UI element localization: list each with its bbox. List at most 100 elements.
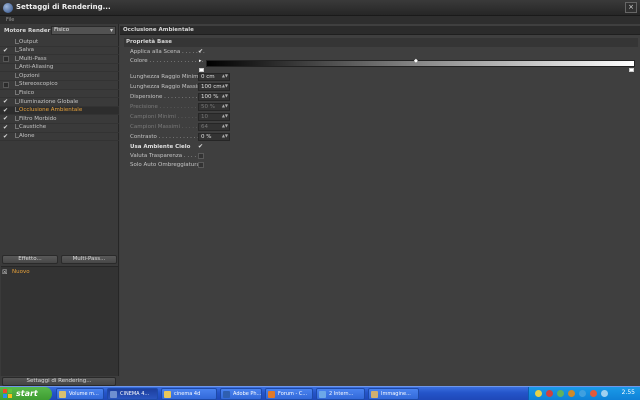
min-ray-value: 0 cm [201, 74, 215, 80]
tree-checkbox[interactable] [3, 91, 9, 97]
spinner-icon[interactable]: ▲▼ [222, 84, 228, 88]
tree-item[interactable]: Fisico [0, 90, 119, 99]
start-label: start [16, 389, 38, 398]
render-engine-value: Fisico [54, 27, 70, 33]
taskbar-button-label: CINEMA 4... [120, 391, 150, 397]
tray-icon[interactable] [579, 390, 586, 397]
tree-item[interactable]: ✔ Illuminazione Globale [0, 98, 119, 107]
app-icon [223, 391, 230, 398]
min-samples-value: 10 [201, 114, 208, 120]
app-icon [268, 391, 275, 398]
gradient-arrow-icon: ▸ [199, 58, 202, 64]
app-icon [371, 391, 378, 398]
tree-item-label: Occlusione Ambientale [14, 107, 83, 114]
taskbar-button-label: cinema 4d [174, 391, 201, 397]
tree-item[interactable]: Anti-Aliasing [0, 64, 119, 73]
spinner-icon: ▲▼ [221, 123, 228, 128]
min-ray-field[interactable]: 0 cm ▲▼ [198, 73, 230, 81]
section-header: Occlusione Ambientale [120, 26, 640, 35]
spinner-icon[interactable]: ▲▼ [222, 74, 228, 78]
tray-icon[interactable] [601, 390, 608, 397]
tree-item-label: Multi-Pass [15, 55, 47, 62]
dispersion-field[interactable]: 100 % ▲▼ [198, 93, 230, 101]
effects-button[interactable]: Effetto... [2, 255, 58, 264]
group-header[interactable]: Proprietà Base [124, 38, 638, 47]
self-shadow-label: Solo Auto Ombreggiatura [130, 162, 200, 168]
max-ray-field[interactable]: 100 cm ▲▼ [198, 83, 230, 91]
checkmark-icon[interactable]: ✔ [3, 107, 9, 114]
taskbar-button[interactable]: Adobe Ph... [220, 388, 262, 400]
render-settings-button[interactable]: Settaggi di Rendering... [2, 377, 116, 386]
tree-item[interactable]: Stereoscopico [0, 81, 119, 90]
checkmark-icon[interactable]: ✔ [3, 47, 9, 54]
taskbar-button[interactable]: 2 Intern... [316, 388, 365, 400]
gradient-knot-right[interactable] [629, 68, 634, 72]
chevron-down-icon: ▾ [109, 27, 113, 34]
clock: 2.55 [621, 389, 635, 396]
tree-checkbox[interactable] [3, 65, 9, 71]
menu-file[interactable]: File [6, 17, 14, 23]
checkmark-icon[interactable]: ✔ [3, 99, 9, 105]
min-samples-field: 10 ▲▼ [198, 113, 230, 121]
tree-item[interactable]: Output [0, 38, 119, 47]
checkmark-icon[interactable]: ✔ [3, 133, 9, 140]
contrast-field[interactable]: 0 % ▲▼ [198, 133, 230, 141]
max-ray-label: Lunghezza Raggio Massima [130, 84, 206, 90]
apply-to-scene-checkbox[interactable]: ✔ [198, 49, 204, 55]
window-title: Settaggi di Rendering... [16, 3, 111, 11]
tray-icon[interactable] [535, 390, 542, 397]
tree-checkbox[interactable] [3, 73, 9, 79]
spinner-icon[interactable]: ▲▼ [222, 94, 228, 98]
taskbar-button[interactable]: CINEMA 4... [107, 388, 158, 400]
tree-item[interactable]: ✔ Filtro Morbido [0, 115, 119, 124]
gradient-knot-left[interactable] [199, 68, 204, 72]
spinner-icon[interactable]: ▲▼ [222, 134, 228, 138]
gradient-midpoint-icon[interactable]: ◆ [414, 58, 418, 64]
app-icon [110, 391, 117, 398]
menu-bar: File [0, 16, 640, 24]
start-button[interactable]: start [0, 387, 52, 400]
use-sky-checkbox[interactable]: ✔ [198, 144, 204, 150]
min-ray-label: Lunghezza Raggio Minima [130, 74, 202, 80]
effect-checkbox[interactable]: ☒ [2, 269, 7, 276]
taskbar-button[interactable]: cinema 4d [161, 388, 217, 400]
taskbar-button-label: 2 Intern... [329, 391, 354, 397]
tree-item-label: Illuminazione Globale [14, 98, 79, 105]
self-shadow-checkbox[interactable] [198, 162, 204, 168]
tree-checkbox[interactable] [3, 56, 9, 63]
taskbar-button[interactable]: Immagine... [368, 388, 419, 400]
taskbar-button[interactable]: Volume m... [56, 388, 104, 400]
cinema4d-app-icon [3, 3, 13, 13]
tree-item-label: Stereoscopico [15, 81, 58, 88]
checkmark-icon[interactable]: ✔ [3, 116, 9, 122]
checkmark-icon[interactable]: ✔ [3, 124, 9, 131]
tree-checkbox[interactable] [3, 39, 9, 45]
multipass-button[interactable]: Multi-Pass... [61, 255, 117, 264]
close-button[interactable]: × [625, 2, 637, 13]
tray-icon[interactable] [557, 390, 564, 397]
tree-item[interactable]: ✔ Alone [0, 133, 119, 142]
app-icon [164, 391, 171, 398]
tree-item[interactable]: Multi-Pass [0, 55, 119, 64]
tree-item[interactable]: ✔ Salva [0, 47, 119, 56]
tree-item-label: Caustiche [14, 124, 47, 131]
tray-icon[interactable] [568, 390, 575, 397]
tree-checkbox[interactable] [3, 81, 9, 88]
windows-logo-icon [3, 389, 13, 399]
tree-item[interactable]: Opzioni [0, 72, 119, 81]
tree-item[interactable]: ✔ Occlusione Ambientale [0, 106, 119, 116]
tray-icon[interactable] [546, 390, 553, 397]
transparency-label: Valuta Trasparenza . . . . [130, 153, 197, 159]
tray-icon[interactable] [590, 390, 597, 397]
properties-panel: Occlusione Ambientale Proprietà Base App… [120, 24, 640, 386]
render-engine-label: Motore Render [4, 28, 51, 34]
max-samples-field: 64 ▲▼ [198, 123, 230, 131]
taskbar-button[interactable]: Forum - C... [265, 388, 313, 400]
color-gradient[interactable] [206, 60, 635, 67]
render-engine-dropdown[interactable]: Fisico ▾ [51, 26, 116, 35]
dispersion-label: Dispersione . . . . . . . . . . . . . [130, 94, 208, 100]
transparency-checkbox[interactable] [198, 153, 204, 159]
taskbar: start Volume m... CINEMA 4... cinema 4d Ado… [0, 386, 640, 400]
tree-item[interactable]: ✔ Caustiche [0, 124, 119, 133]
effect-item-nuovo[interactable]: Nuovo [12, 269, 30, 275]
